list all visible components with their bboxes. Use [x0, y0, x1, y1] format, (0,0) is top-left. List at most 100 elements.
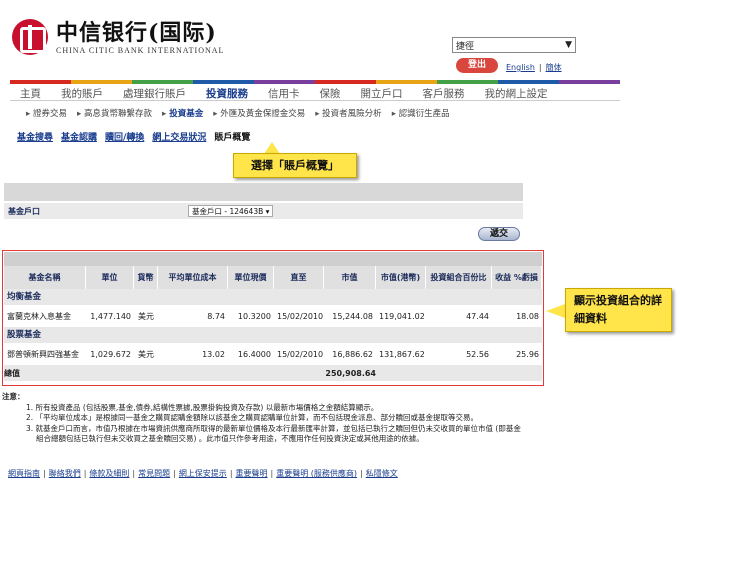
column-header: 單位現價	[228, 266, 274, 289]
tab-item[interactable]: 基金認購	[61, 130, 97, 143]
footer-link[interactable]: 私隱條文	[366, 469, 398, 478]
main-nav-item[interactable]: 投資服務	[196, 86, 258, 101]
notes-title: 注意：	[2, 392, 25, 401]
color-bar-segment	[559, 80, 620, 84]
main-nav: 主頁 我的賬戶 處理銀行賬戶 投資服務 信用卡 保險 開立戶口 客戶服務 我的網上設定	[10, 86, 620, 101]
section-header-band	[4, 183, 523, 201]
footer-separator: |	[229, 469, 233, 478]
sub-nav-item[interactable]: 投資基金	[162, 107, 203, 119]
table-cell: 16,886.62	[332, 349, 373, 359]
table-cell: 富蘭克林入息基金	[7, 311, 71, 321]
tab-item[interactable]: 賬戶概覽	[214, 130, 250, 143]
color-bar-segment	[498, 80, 559, 84]
shortcut-select-value: 捷徑	[456, 41, 475, 52]
table-cell: 119,041.02	[379, 311, 425, 321]
sub-nav-item[interactable]: 高息貨幣聯繫存款	[77, 107, 152, 119]
main-nav-item[interactable]: 主頁	[10, 86, 51, 101]
footer-separator: |	[173, 469, 176, 478]
table-cell: 美元	[138, 311, 154, 321]
main-nav-item[interactable]: 我的網上設定	[475, 86, 558, 101]
table-body: 均衡基金 富蘭克林入息基金 1,477.140 美元 8.74 10.3200 15/02/…	[4, 289, 542, 365]
footer-link[interactable]: 常見問題	[138, 469, 170, 478]
color-bar-segment	[193, 80, 254, 84]
table-cell: 1,029.672	[90, 349, 131, 359]
sub-nav-item[interactable]: 證券交易	[26, 107, 67, 119]
table-row: 富蘭克林入息基金 1,477.140 美元 8.74 10.3200 15/02/2010…	[4, 305, 542, 327]
note-item: 1. 所有投資產品 (包括股票,基金,債券,結構性票據,股票掛鈎投資及存款) 以…	[26, 402, 379, 412]
color-bar-segment	[71, 80, 132, 84]
chevron-down-icon: ▾	[265, 207, 270, 216]
table-total-row: 總值 250,908.64	[4, 365, 542, 381]
table-cell: 52.56	[466, 349, 489, 359]
nav-divider	[10, 100, 620, 101]
column-header: 基金名稱	[4, 266, 86, 289]
fund-category: 均衡基金	[4, 289, 542, 305]
column-header: 市值(港幣)	[376, 266, 426, 289]
table-cell: 鄧普頓新興四強基金	[7, 349, 79, 359]
table-top-band	[4, 252, 542, 266]
footer-link[interactable]: 聯絡我們	[49, 469, 81, 478]
sub-nav-item[interactable]: 認識衍生產品	[392, 107, 450, 119]
main-nav-item[interactable]: 開立戶口	[351, 86, 413, 101]
notes-section: 注意： 1. 所有投資產品 (包括股票,基金,債券,結構性票據,股票掛鈎投資及存…	[2, 392, 521, 445]
account-label: 基金戶口	[8, 206, 40, 216]
color-bar-segment	[376, 80, 437, 84]
citic-logo-icon	[12, 19, 48, 55]
footer-link[interactable]: 重要聲明 (服務供應商)	[276, 469, 357, 478]
table-cell: 131,867.62	[379, 349, 425, 359]
english-link[interactable]: English	[506, 63, 535, 72]
table-row: 鄧普頓新興四強基金 1,029.672 美元 13.02 16.4000 15/02/20…	[4, 343, 542, 365]
tab-item[interactable]: 贖回/轉換	[105, 130, 144, 143]
color-bar-segment	[254, 80, 315, 84]
brand-name-en: CHINA CITIC BANK INTERNATIONAL	[56, 45, 225, 55]
chevron-down-icon: ▼	[565, 40, 572, 50]
note-item: 3. 就基金戶口而言，市值乃根據在市場資訊供應商所取得的最新單位價格及本行最新匯…	[26, 423, 521, 433]
footer-separator: |	[132, 469, 136, 478]
note-item: 2. 「平均單位成本」是根據同一基金之購買認購金額除以該基金之購買認購單位計算，…	[26, 413, 479, 422]
table-header: 基金名稱 單位 貨幣 平均單位成本 單位現價 直至 市值 市值(港幣) 投資組合百份比 收益 %虧…	[4, 266, 542, 289]
language-links: English | 簡体	[506, 63, 562, 72]
sub-nav-item[interactable]: 外匯及黃金保證金交易	[213, 107, 305, 119]
footer-link[interactable]: 網頁指南	[8, 469, 40, 478]
footer-link[interactable]: 網上保安提示	[179, 469, 227, 478]
bank-logo[interactable]: 中信银行(国际) CHINA CITIC BANK INTERNATIONAL	[12, 19, 224, 55]
main-nav-item[interactable]: 信用卡	[258, 86, 310, 101]
simplified-chinese-link[interactable]: 簡体	[546, 63, 562, 72]
shortcut-select[interactable]: 捷徑 ▼	[452, 37, 576, 53]
account-row: 基金戶口 基金戶口 - 124643B ▾	[4, 203, 523, 219]
table-cell: 15,244.08	[332, 311, 373, 321]
column-header: 貨幣	[134, 266, 158, 289]
main-nav-item[interactable]: 處理銀行賬戶	[113, 86, 196, 101]
submit-button[interactable]: 遞交	[478, 227, 520, 241]
footer-link[interactable]: 重要聲明	[236, 469, 268, 478]
main-nav-item[interactable]: 保險	[310, 86, 351, 101]
column-header: 收益 %虧損	[492, 266, 542, 289]
column-header: 平均單位成本	[158, 266, 228, 289]
color-bar-segment	[132, 80, 193, 84]
tab-item[interactable]: 網上交易狀況	[152, 130, 206, 143]
table-cell: 美元	[138, 349, 154, 359]
table-cell: 47.44	[466, 311, 489, 321]
footer-links: 網頁指南 | 聯絡我們 | 條款及細則 | 常見問題 | 網上保安提示 | 重要聲明 | 重要聲明 (服…	[8, 468, 398, 479]
footer-link[interactable]: 條款及細則	[89, 469, 129, 478]
main-nav-item[interactable]: 客戶服務	[413, 86, 475, 101]
main-nav-item[interactable]: 我的賬戶	[51, 86, 113, 101]
table-cell: 25.96	[516, 349, 539, 359]
logout-button[interactable]: 登出	[456, 58, 498, 73]
nav-color-bar	[10, 80, 620, 84]
brand-name-cn: 中信银行(国际)	[56, 19, 217, 46]
table-cell: 15/02/2010	[277, 349, 324, 359]
callout-show-details: 顯示投資組合的詳細資料	[565, 288, 672, 332]
callout-select-overview: 選擇「賬戶概覽」	[233, 153, 357, 178]
tab-item[interactable]: 基金搜尋	[17, 130, 53, 143]
account-select-value: 基金戶口 - 124643B	[192, 207, 264, 216]
total-value: 250,908.64	[325, 368, 376, 378]
sub-nav-item[interactable]: 投資者風險分析	[315, 107, 382, 119]
color-bar-segment	[437, 80, 498, 84]
table-cell: 10.3200	[237, 311, 271, 321]
column-header: 單位	[86, 266, 134, 289]
table-cell: 13.02	[202, 349, 225, 359]
color-bar-segment	[315, 80, 376, 84]
account-select[interactable]: 基金戶口 - 124643B ▾	[188, 205, 274, 217]
table-cell: 1,477.140	[90, 311, 131, 321]
